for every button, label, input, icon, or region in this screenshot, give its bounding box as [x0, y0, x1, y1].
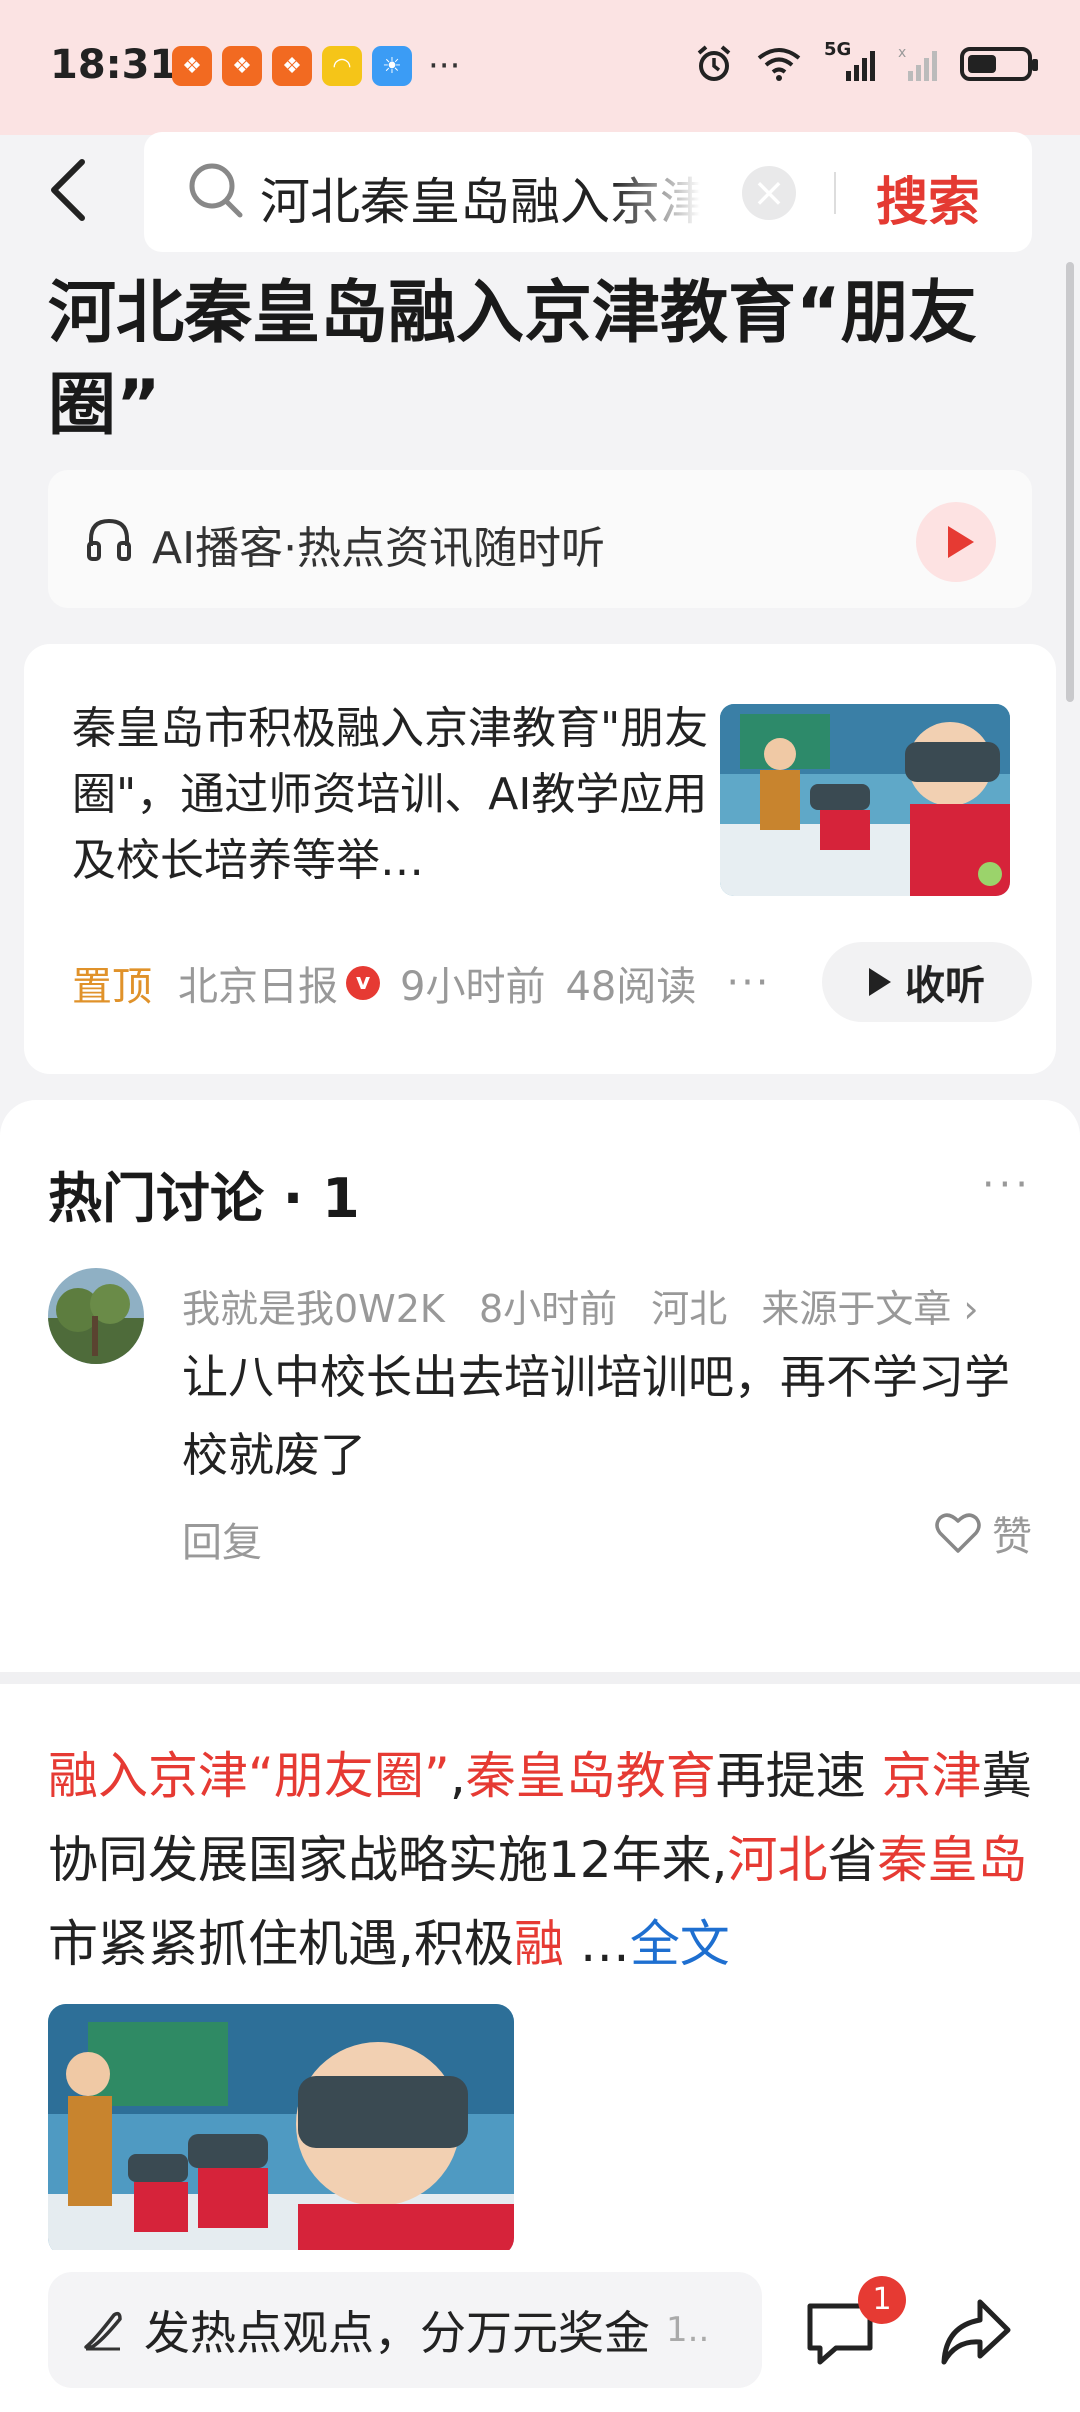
comment-source-link[interactable]: 来源于文章 ›: [761, 1287, 978, 1331]
app-icon-2: ❖: [222, 46, 262, 86]
svg-text:x: x: [898, 45, 906, 61]
related-article-image[interactable]: [48, 2004, 514, 2256]
hot-discussion-section: 热门讨论 · 1 ··· 我就是我0W2K 8小时前 河北 来源于文章 › 让八…: [0, 1100, 1080, 1672]
close-icon: ×: [752, 170, 786, 216]
source-name[interactable]: 北京日报: [178, 954, 338, 1012]
comment-input[interactable]: 发热点观点，分万元奖金 1..: [48, 2272, 762, 2388]
headphones-icon: [87, 518, 131, 561]
more-notifications-icon: ···: [428, 46, 461, 86]
search-icon: [189, 163, 243, 218]
scrollbar[interactable]: [1066, 262, 1074, 702]
battery-level: [968, 55, 996, 73]
avatar[interactable]: [48, 1268, 144, 1364]
wifi-icon: [757, 48, 801, 81]
play-podcast-button[interactable]: [916, 502, 996, 582]
search-box[interactable]: 河北秦皇岛融入京津教育 × 搜索: [144, 132, 1032, 252]
highlight-keyword: 融: [513, 1915, 564, 1973]
comment-count-badge: 1: [858, 2276, 906, 2324]
back-button[interactable]: [40, 150, 100, 230]
more-options-icon[interactable]: ···: [726, 960, 770, 1006]
highlight-keyword: 河北: [727, 1831, 828, 1889]
related-article-text[interactable]: 融入京津“朋友圈”,秦皇岛教育再提速 京津冀协同发展国家战略实施12年来,河北省…: [48, 1734, 1038, 1986]
related-text-segment: 市紧紧抓住机遇,积极: [48, 1915, 514, 1973]
like-button[interactable]: 赞: [934, 1504, 1032, 1562]
play-icon: [869, 968, 891, 996]
status-time: 18:31: [50, 42, 178, 88]
notification-icons: ❖ ❖ ❖ ◠ ☀ ···: [172, 46, 460, 86]
status-bar: 18:31 ❖ ❖ ❖ ◠ ☀ ··· 5G x: [0, 0, 1080, 135]
search-button[interactable]: 搜索: [876, 160, 980, 235]
article-summary[interactable]: 秦皇岛市积极融入京津教育"朋友圈"，通过师资培训、AI教学应用及校长培养等举…: [72, 696, 712, 894]
listen-label: 收听: [905, 963, 985, 1009]
pen-icon: [84, 2311, 122, 2351]
heart-icon: [935, 1513, 981, 1553]
app-icon-3: ❖: [272, 46, 312, 86]
like-label: 赞: [992, 1514, 1032, 1560]
publish-time: 9小时前: [400, 964, 546, 1010]
comment-username[interactable]: 我就是我0W2K: [182, 1287, 445, 1331]
page-title: 河北秦皇岛融入京津教育“朋友圈”: [48, 274, 977, 445]
comment-meta: 我就是我0W2K 8小时前 河北 来源于文章 ›: [182, 1278, 1001, 1333]
highlight-keyword: 融入京津“朋友圈”: [48, 1747, 450, 1805]
comment-time: 8小时前: [478, 1287, 618, 1331]
search-input[interactable]: 河北秦皇岛融入京津教育: [260, 162, 700, 234]
pinned-tag: 置顶: [72, 964, 152, 1010]
read-count: 48阅读: [565, 964, 697, 1010]
system-status: 5G x: [694, 39, 1038, 84]
share-button[interactable]: [936, 2292, 1016, 2372]
related-text-segment: 省: [827, 1831, 878, 1889]
clear-search-button[interactable]: ×: [742, 166, 796, 220]
discussion-more-icon[interactable]: ···: [982, 1162, 1032, 1208]
app-icon-5: ☀: [372, 46, 412, 86]
listen-button[interactable]: 收听: [822, 942, 1032, 1022]
article-card[interactable]: 秦皇岛市积极融入京津教育"朋友圈"，通过师资培训、AI教学应用及校长培养等举… …: [24, 644, 1056, 1074]
related-ellipsis: …: [563, 1915, 630, 1973]
full-text-link[interactable]: 全文: [630, 1915, 730, 1973]
highlight-keyword: 秦皇岛教育: [465, 1747, 716, 1805]
alarm-icon: [697, 45, 731, 81]
comment-location: 河北: [651, 1287, 728, 1331]
discussion-title: 热门讨论 · 1: [48, 1167, 360, 1230]
related-text-segment: ,: [449, 1747, 466, 1805]
comment-text[interactable]: 让八中校长出去培训培训吧，再不学习学校就废了: [182, 1338, 1022, 1494]
app-icon-1: ❖: [172, 46, 212, 86]
related-text-segments: 融入京津“朋友圈”,秦皇岛教育再提速 京津冀协同发展国家战略实施12年来,河北省…: [48, 1747, 1032, 1973]
search-divider: [834, 172, 836, 214]
bottom-bar: 发热点观点，分万元奖金 1.. 1: [0, 2250, 1080, 2412]
section-divider: [0, 1672, 1080, 1684]
podcast-label: AI播客·热点资讯随时听: [152, 523, 606, 574]
signal-5g-icon: 5G: [824, 39, 876, 83]
comment-input-placeholder: 发热点观点，分万元奖金: [144, 2306, 650, 2360]
share-icon: [941, 2299, 1011, 2365]
highlight-keyword: 京津: [881, 1747, 982, 1805]
related-text-segment: 再提速: [715, 1747, 882, 1805]
app-icon-4: ◠: [322, 46, 362, 86]
verified-badge-icon: v: [346, 966, 380, 1000]
article-meta: 置顶 北京日报 v 9小时前 48阅读 ···: [72, 954, 771, 1012]
signal-empty-icon: x: [898, 45, 937, 81]
reply-button[interactable]: 回复: [182, 1510, 262, 1568]
ai-podcast-bar[interactable]: AI播客·热点资讯随时听: [48, 470, 1032, 608]
highlight-keyword: 秦皇岛: [877, 1831, 1028, 1889]
back-arrow-icon: [51, 159, 85, 221]
article-thumbnail[interactable]: [720, 704, 1010, 896]
battery-icon: [960, 47, 1038, 81]
comment-input-suffix: 1..: [666, 2310, 710, 2350]
